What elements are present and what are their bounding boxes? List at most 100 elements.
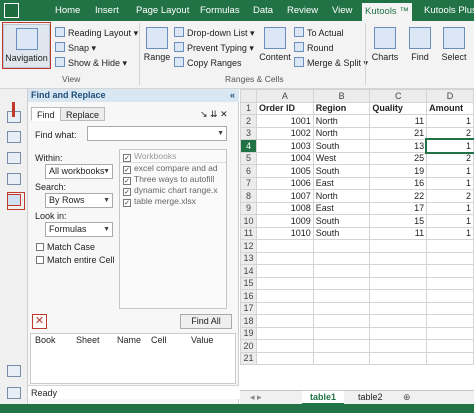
table-cell[interactable]: 1	[426, 164, 474, 178]
tab-replace[interactable]: Replace	[60, 107, 106, 121]
table-cell[interactable]	[369, 289, 428, 303]
table-cell[interactable]	[369, 339, 428, 353]
table-cell[interactable]	[255, 264, 314, 278]
match-case-option[interactable]: Match Case	[36, 242, 95, 252]
table-cell[interactable]: 1005	[255, 164, 314, 178]
row-header[interactable]: 5	[240, 151, 257, 165]
table-cell[interactable]: 17	[369, 201, 428, 215]
tab-find[interactable]: Find	[31, 107, 61, 121]
collapse-icon[interactable]: «	[230, 89, 235, 102]
show-hide-button[interactable]: Show & Hide ▾	[55, 57, 127, 70]
row-header[interactable]: 9	[240, 201, 257, 215]
table-cell[interactable]: 1	[426, 114, 474, 128]
column-header[interactable]: D	[426, 89, 474, 103]
table-cell[interactable]	[255, 276, 314, 290]
table-cell[interactable]: 1	[426, 201, 474, 215]
table-cell[interactable]	[369, 264, 428, 278]
search-select[interactable]: By Rows ▼	[45, 193, 113, 208]
tab-insert[interactable]: Insert	[92, 0, 122, 21]
results-col-name[interactable]: Name	[117, 334, 141, 347]
table-cell[interactable]: North	[312, 114, 371, 128]
header-cell[interactable]: Amount	[426, 101, 474, 115]
table-cell[interactable]: 1	[426, 214, 474, 228]
results-col-book[interactable]: Book	[35, 334, 56, 347]
list-item-checkbox[interactable]	[123, 188, 131, 196]
table-cell[interactable]: 1009	[255, 214, 314, 228]
table-cell[interactable]	[426, 239, 474, 253]
find-all-button[interactable]: Find All	[180, 314, 232, 329]
table-cell[interactable]	[255, 239, 314, 253]
list-item[interactable]: Three ways to autofill	[120, 174, 226, 185]
row-header[interactable]: 8	[240, 189, 257, 203]
match-case-checkbox[interactable]	[36, 243, 44, 251]
table-cell[interactable]	[255, 314, 314, 328]
table-cell[interactable]	[369, 314, 428, 328]
help-icon[interactable]	[7, 365, 21, 377]
table-cell[interactable]: 16	[369, 176, 428, 190]
table-cell[interactable]: 25	[369, 151, 428, 165]
table-cell[interactable]	[312, 351, 371, 365]
table-cell[interactable]	[312, 289, 371, 303]
table-cell[interactable]: 13	[369, 139, 428, 153]
row-header[interactable]: 3	[240, 126, 257, 140]
table-cell[interactable]	[255, 326, 314, 340]
merge-split-button[interactable]: Merge & Split ▾	[294, 57, 368, 70]
find-what-input[interactable]: ▼	[87, 126, 227, 141]
table-cell[interactable]	[426, 251, 474, 265]
table-cell[interactable]	[369, 276, 428, 290]
row-header[interactable]: 10	[240, 214, 257, 228]
row-header[interactable]: 13	[240, 251, 257, 265]
table-cell[interactable]: 2	[426, 126, 474, 140]
table-cell[interactable]	[426, 276, 474, 290]
table-cell[interactable]: 1006	[255, 176, 314, 190]
row-header[interactable]: 17	[240, 301, 257, 315]
tab-formulas[interactable]: Formulas	[197, 0, 243, 21]
table-cell[interactable]	[312, 264, 371, 278]
to-actual-button[interactable]: To Actual	[294, 27, 344, 40]
table-cell[interactable]: 22	[369, 189, 428, 203]
table-cell[interactable]: 1010	[255, 226, 314, 240]
table-cell[interactable]	[426, 339, 474, 353]
select-button[interactable]: Select	[438, 27, 470, 62]
column-header[interactable]: B	[312, 89, 371, 103]
tab-kutools-plus[interactable]: Kutools Plus	[421, 0, 474, 21]
range-button[interactable]: Range	[143, 27, 171, 62]
row-header[interactable]: 20	[240, 339, 257, 353]
table-cell[interactable]	[312, 314, 371, 328]
clear-results-icon[interactable]: ✕	[32, 314, 47, 329]
select-all-corner[interactable]	[240, 89, 257, 103]
table-cell[interactable]: East	[312, 176, 371, 190]
tab-home[interactable]: Home	[52, 0, 83, 21]
table-cell[interactable]: 2	[426, 151, 474, 165]
table-cell[interactable]: 1004	[255, 151, 314, 165]
look-in-select[interactable]: Formulas ▼	[45, 222, 113, 237]
match-entire-option[interactable]: Match entire Cell	[36, 255, 115, 265]
row-header[interactable]: 1	[240, 101, 257, 115]
row-header[interactable]: 6	[240, 164, 257, 178]
row-header[interactable]: 2	[240, 114, 257, 128]
table-cell[interactable]: 2	[426, 189, 474, 203]
file-menu-icon[interactable]	[4, 3, 19, 18]
workbooks-checkbox[interactable]	[123, 154, 131, 162]
name-manager-icon[interactable]	[7, 152, 21, 164]
list-item-checkbox[interactable]	[123, 166, 131, 174]
charts-button[interactable]: Charts	[370, 27, 400, 62]
tab-data[interactable]: Data	[250, 0, 276, 21]
tab-view[interactable]: View	[329, 0, 355, 21]
row-header[interactable]: 19	[240, 326, 257, 340]
column-header[interactable]: C	[369, 89, 428, 103]
table-cell[interactable]: 19	[369, 164, 428, 178]
table-cell[interactable]: 1003	[255, 139, 314, 153]
list-item[interactable]: table merge.xlsx	[120, 196, 226, 207]
table-cell[interactable]: 21	[369, 126, 428, 140]
table-cell[interactable]	[312, 251, 371, 265]
content-button[interactable]: Content	[258, 27, 292, 62]
table-cell[interactable]	[312, 301, 371, 315]
match-entire-checkbox[interactable]	[36, 256, 44, 264]
row-header[interactable]: 7	[240, 176, 257, 190]
column-header[interactable]: A	[255, 89, 314, 103]
pane-tool-icons[interactable]: ↘ ⇊ ✕	[200, 109, 228, 120]
table-cell[interactable]: 1007	[255, 189, 314, 203]
snap-button[interactable]: Snap ▾	[55, 42, 96, 55]
table-cell[interactable]: North	[312, 189, 371, 203]
